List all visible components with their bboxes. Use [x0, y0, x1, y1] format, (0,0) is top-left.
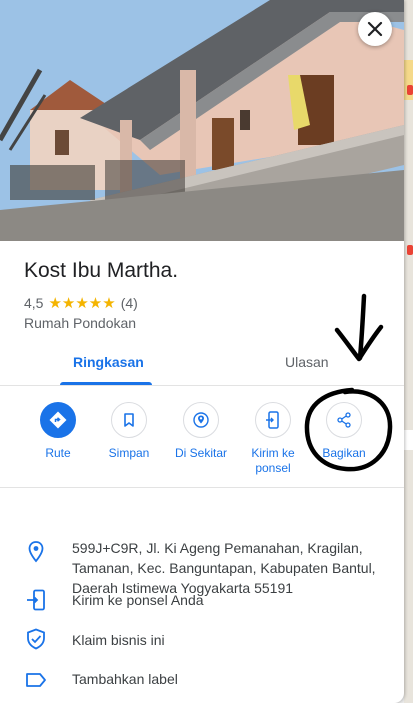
- directions-label: Rute: [45, 446, 71, 460]
- place-title: Kost Ibu Martha.: [24, 259, 179, 282]
- map-background[interactable]: [404, 0, 413, 703]
- bookmark-icon: [124, 413, 134, 427]
- place-category[interactable]: Rumah Pondokan: [24, 315, 136, 331]
- tab-bar: Ringkasan Ulasan: [0, 340, 404, 386]
- active-tab-indicator: [60, 382, 152, 385]
- directions-button[interactable]: Rute: [21, 402, 95, 461]
- add-label-text: Tambahkan label: [72, 671, 178, 687]
- nearby-button[interactable]: Di Sekitar: [164, 402, 238, 461]
- place-photo[interactable]: [0, 0, 404, 241]
- send-to-phone-text: Kirim ke ponsel Anda: [72, 592, 204, 608]
- send-to-phone-button[interactable]: Kirim ke ponsel: [236, 402, 310, 476]
- label-icon: [24, 668, 48, 692]
- close-icon: [367, 21, 383, 37]
- save-button[interactable]: Simpan: [92, 402, 166, 461]
- nearby-label: Di Sekitar: [174, 446, 227, 460]
- place-panel: Kost Ibu Martha. 4,5 ★★★★★ (4) Rumah Pon…: [0, 0, 404, 703]
- action-bar: Rute Simpan Di Sekitar Kirim ke ponsel B…: [0, 386, 404, 488]
- claim-business-text: Klaim bisnis ini: [72, 632, 165, 648]
- save-label: Simpan: [108, 446, 150, 460]
- verified-shield-icon: [24, 627, 48, 651]
- tab-overview[interactable]: Ringkasan: [73, 354, 144, 370]
- share-label: Bagikan: [322, 446, 366, 460]
- review-count[interactable]: (4): [121, 295, 138, 311]
- rating-row: 4,5 ★★★★★ (4): [24, 294, 138, 312]
- rating-value: 4,5: [24, 295, 44, 311]
- rating-stars[interactable]: ★★★★★: [48, 294, 115, 312]
- directions-icon: [49, 411, 67, 429]
- address-text: 599J+C9R, Jl. Ki Ageng Pemanahan, Kragil…: [72, 540, 376, 596]
- nearby-icon: [193, 412, 209, 428]
- tab-reviews[interactable]: Ulasan: [285, 354, 329, 370]
- share-button[interactable]: Bagikan: [307, 402, 381, 461]
- share-icon: [337, 412, 351, 428]
- send-to-phone-icon: [24, 588, 48, 612]
- send-to-phone-label: Kirim ke ponsel: [251, 446, 295, 475]
- close-button[interactable]: [358, 12, 392, 46]
- location-pin-icon: [24, 540, 48, 564]
- send-to-phone-icon: [266, 411, 279, 429]
